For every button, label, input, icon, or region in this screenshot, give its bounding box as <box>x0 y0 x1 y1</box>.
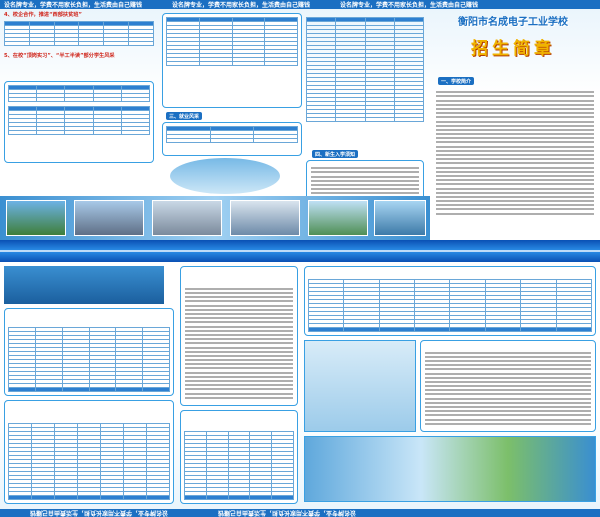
fold-divider <box>0 240 600 262</box>
newstudent-text <box>311 167 419 195</box>
newstudent-box <box>306 160 424 200</box>
section5-table-1 <box>7 85 151 102</box>
back-table-box-4 <box>304 266 596 336</box>
bottom-banner-slogan-2: 设名牌专业，学费不用家长负担，生活费由自己赚钱 <box>218 508 357 516</box>
back-table-box-3 <box>180 410 298 504</box>
left-column: 4、校企合作，推进“西部扶贫班” 5、在校“顶岗实习”、“半工半读”部分学生风采 <box>4 11 154 163</box>
group-photo <box>170 158 280 194</box>
slogan-title: 招生简章 <box>471 39 555 59</box>
back-table-3 <box>184 431 294 500</box>
campus-photo-1 <box>6 200 66 236</box>
back-table-4 <box>308 279 592 332</box>
bottom-banner-slogan-1: 设名牌专业，学费不用家长负担，生活费由自己赚钱 <box>30 508 169 516</box>
back-photo-2 <box>304 340 416 432</box>
campus-photo-strip <box>0 196 430 240</box>
employment-box <box>162 122 302 156</box>
back-text-box-2 <box>420 340 596 432</box>
brochure-back-panel: 设名牌专业，学费不用家长负担，生活费由自己赚钱 设名牌专业，学费不用家长负担，生… <box>0 262 600 517</box>
intro-label: 一、学校简介 <box>438 77 475 85</box>
section4-table <box>4 21 154 46</box>
section5-box <box>4 81 154 163</box>
employment-label: 三、就业风采 <box>166 112 203 120</box>
section5-table-2 <box>7 106 151 135</box>
major-table <box>305 17 425 122</box>
section4-heading: 4、校企合作，推进“西部扶贫班” <box>4 12 82 18</box>
major-table-column <box>305 11 425 157</box>
campus-photo-2 <box>74 200 144 236</box>
program-table-box <box>162 13 302 108</box>
back-table-2 <box>8 423 170 500</box>
school-name: 衡阳市名成电子工业学校 <box>458 17 568 28</box>
campus-photo-3 <box>152 200 222 236</box>
top-banner-slogan-2: 设名牌专业，学费不用家长负担，生活费由自己赚钱 <box>172 2 311 9</box>
bottom-banner: 设名牌专业，学费不用家长负担，生活费由自己赚钱 设名牌专业，学费不用家长负担，生… <box>0 509 600 517</box>
employment-table <box>166 126 298 143</box>
brochure-front-panel: 设名牌专业，学费不用家长负担，生活费由自己赚钱 设名牌专业，学费不用家长负担，生… <box>0 0 600 240</box>
top-banner-slogan-3: 设名牌专业，学费不用家长负担，生活费由自己赚钱 <box>340 2 479 9</box>
program-table <box>166 17 298 66</box>
back-photo-1 <box>4 266 164 304</box>
back-table-box-1 <box>4 308 174 396</box>
back-text-box-1 <box>180 266 298 406</box>
newstudent-label: 四、新生入学须知 <box>312 150 359 158</box>
campus-photo-5 <box>308 200 368 236</box>
campus-photo-4 <box>230 200 300 236</box>
back-photo-strip <box>304 436 596 502</box>
back-table-box-2 <box>4 400 174 504</box>
campus-photo-6 <box>374 200 426 236</box>
section5-heading: 5、在校“顶岗实习”、“半工半读”部分学生风采 <box>4 53 115 59</box>
top-banner-slogan-1: 设名牌专业，学费不用家长负担，生活费由自己赚钱 <box>4 2 143 9</box>
top-banner: 设名牌专业，学费不用家长负担，生活费由自己赚钱 设名牌专业，学费不用家长负担，生… <box>0 0 600 9</box>
back-table-1 <box>8 327 170 392</box>
intro-text <box>436 89 594 217</box>
title-column: 衡阳市名成电子工业学校 招生简章 一、学校简介 <box>428 11 598 237</box>
